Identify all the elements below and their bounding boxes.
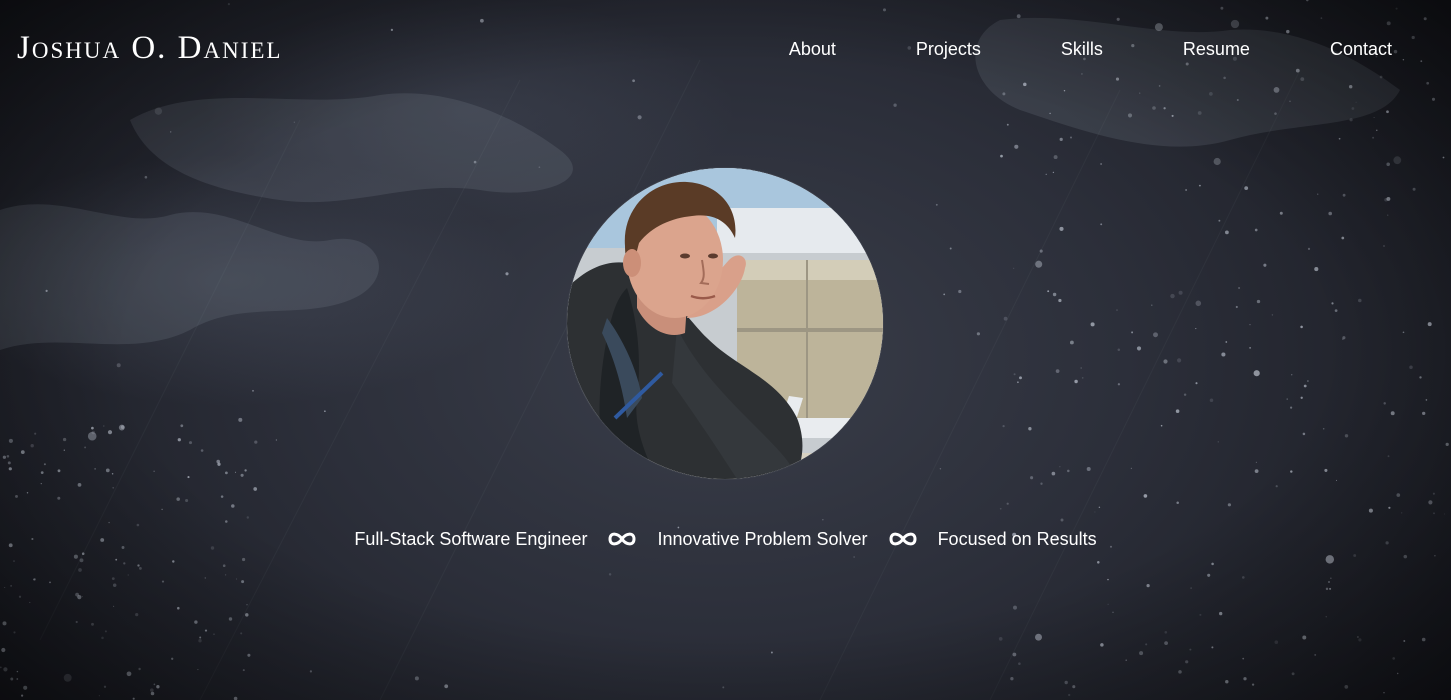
- nav-link-skills[interactable]: Skills: [1021, 35, 1143, 63]
- infinity-icon: [587, 524, 657, 554]
- main-nav: About Projects Skills Resume Contact: [749, 34, 1451, 64]
- profile-photo: [567, 168, 883, 479]
- tagline-item-problem-solver: Innovative Problem Solver: [657, 529, 868, 549]
- tagline-item-role: Full-Stack Software Engineer: [354, 529, 588, 549]
- tagline: Full-Stack Software Engineer Innovative …: [0, 522, 1451, 556]
- site-title-link[interactable]: Joshua O. Daniel: [17, 28, 282, 68]
- site-header: Joshua O. Daniel About Projects Skills R…: [0, 0, 1451, 100]
- tagline-item-results: Focused on Results: [937, 529, 1097, 549]
- nav-link-about[interactable]: About: [749, 35, 876, 63]
- nav-link-resume[interactable]: Resume: [1143, 35, 1290, 63]
- nav-link-contact[interactable]: Contact: [1290, 35, 1451, 63]
- infinity-icon: [868, 524, 938, 554]
- nav-link-projects[interactable]: Projects: [876, 35, 1021, 63]
